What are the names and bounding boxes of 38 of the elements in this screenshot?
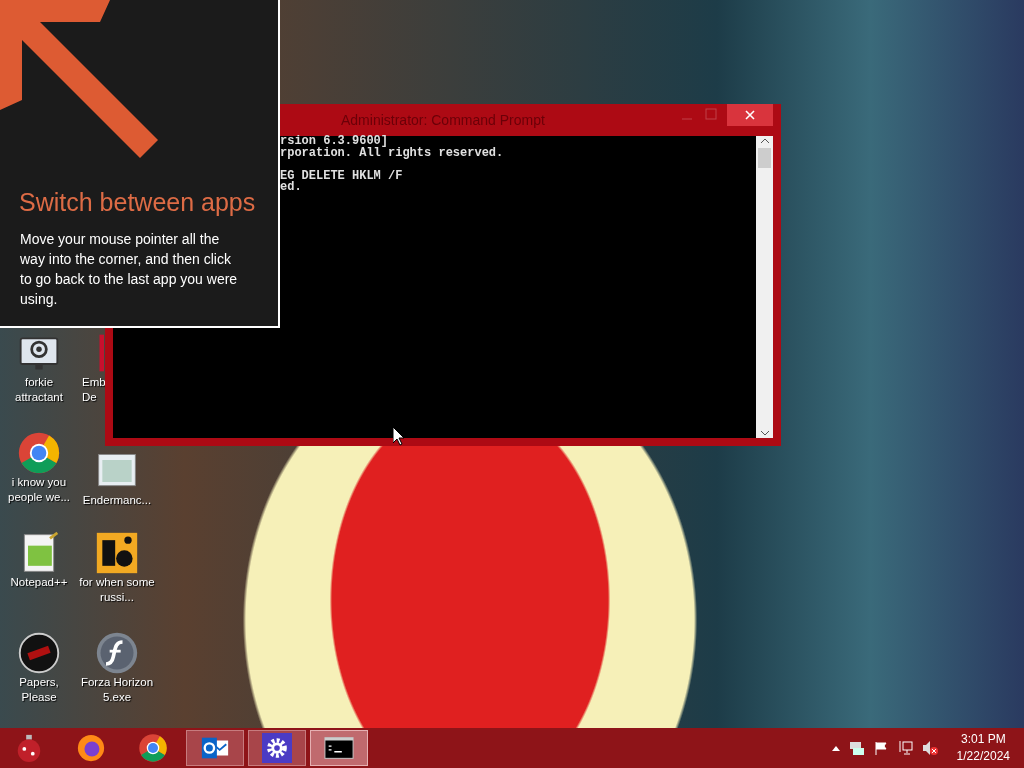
shortcut-label[interactable]: Notepad++ — [1, 575, 77, 590]
network-icon[interactable] — [896, 740, 913, 756]
scroll-up-icon[interactable] — [759, 138, 770, 144]
shortcut-label[interactable]: Emb De — [82, 375, 104, 405]
scrollbar[interactable] — [756, 136, 773, 438]
flash-icon — [95, 631, 139, 675]
window-title: Administrator: Command Prompt — [341, 112, 545, 128]
network-cards-icon[interactable] — [848, 740, 865, 756]
caret-icon[interactable] — [831, 745, 840, 751]
de-logo-icon — [95, 531, 139, 575]
arrow-icon — [0, 0, 160, 160]
shortcut-label[interactable]: Papers, Please — [1, 675, 77, 705]
scrollbar-thumb[interactable] — [758, 148, 771, 168]
shortcut-label[interactable]: i know you people we... — [1, 475, 77, 505]
console-line: EG DELETE HKLM /F — [280, 170, 404, 182]
taskbar-app-button[interactable] — [186, 730, 244, 766]
chrome-icon — [17, 431, 61, 475]
scroll-down-icon[interactable] — [759, 430, 770, 436]
console-line: rporation. All rights reserved. — [280, 147, 505, 159]
shortcut-label[interactable]: Endermanc... — [79, 493, 155, 508]
console-line: rsion 6.3.9600] — [280, 136, 389, 148]
clock[interactable]: 3:01 PM 1/22/2024 — [956, 731, 1010, 765]
firefox-icon — [76, 733, 106, 763]
console-line: ed. — [280, 182, 303, 194]
tip-title: Switch between apps — [19, 188, 256, 217]
close-icon — [745, 110, 755, 120]
chrome-icon — [138, 733, 168, 763]
shortcut-label[interactable]: Forza Horizon 5.exe — [79, 675, 155, 705]
stamp-icon — [17, 631, 61, 675]
close-button[interactable] — [727, 104, 773, 126]
taskbar-app-button[interactable] — [248, 730, 306, 766]
muted-speaker-icon[interactable] — [921, 740, 938, 756]
shortcut-label[interactable]: for when some russi... — [79, 575, 155, 605]
shortcut-label[interactable]: forkie attractant — [1, 375, 77, 405]
flag-icon[interactable] — [873, 741, 888, 755]
tip-text: Move your mouse pointer all the way into the corner, and then click to go back to the last app you were using. — [20, 230, 238, 309]
taskbar-app-button[interactable] — [310, 730, 368, 766]
settings-icon — [262, 733, 292, 763]
